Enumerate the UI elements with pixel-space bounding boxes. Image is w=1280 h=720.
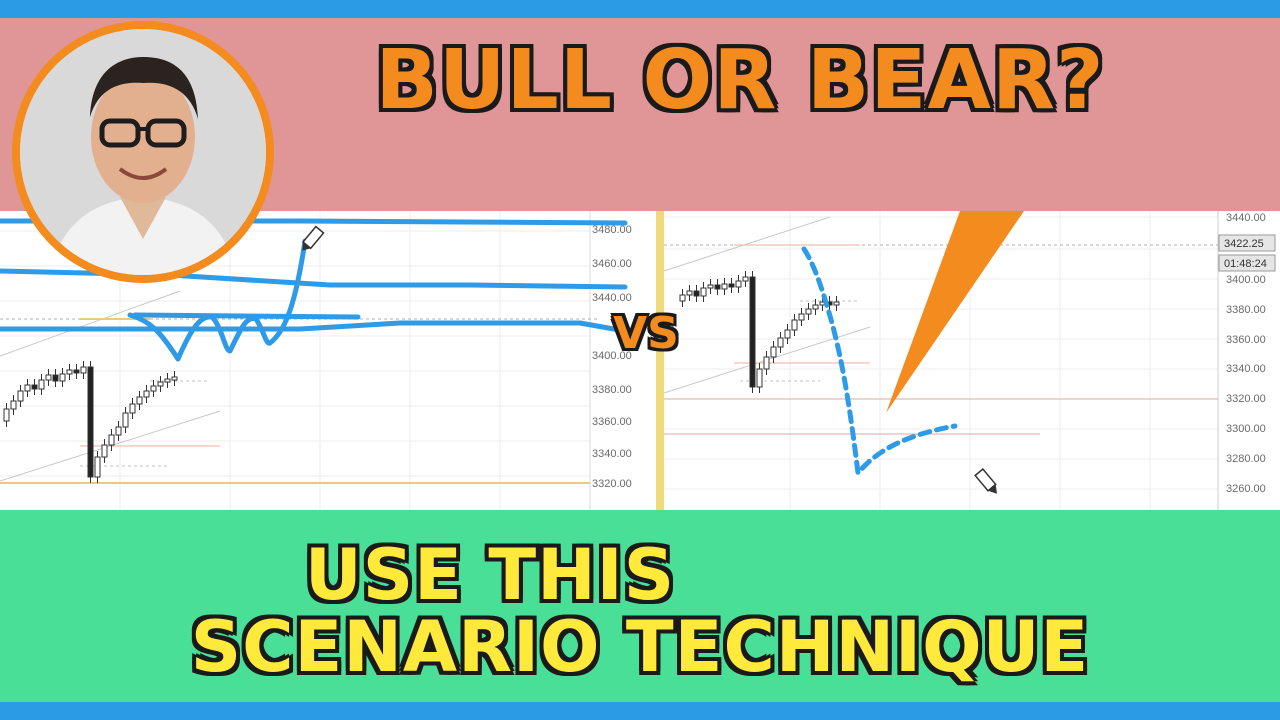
candle-body (101, 444, 108, 458)
price-tick: 3300.00 (1226, 423, 1266, 435)
candle-body (784, 329, 791, 339)
price-tick: 3480.00 (592, 224, 632, 236)
candle-body (24, 384, 31, 392)
price-tick: 3440.00 (1226, 212, 1266, 224)
subline-line-2: SCENARIO TECHNIQUE (190, 606, 1090, 688)
candle-body (80, 366, 87, 374)
candle-body (157, 381, 164, 387)
price-tick: 3340.00 (1226, 363, 1266, 375)
candle-body (700, 287, 707, 297)
candle-body (833, 301, 840, 306)
candle-body (17, 390, 24, 402)
price-tick: 3380.00 (1226, 304, 1266, 316)
candle-body (108, 434, 115, 446)
candle-body (73, 369, 80, 374)
candle-body (136, 396, 143, 405)
candle-body (3, 408, 10, 422)
candle-body (150, 385, 157, 392)
candle-body (707, 284, 714, 289)
price-tick: 3320.00 (1226, 393, 1266, 405)
candle-body (66, 369, 73, 375)
candle-body (94, 456, 101, 478)
candle-body (693, 290, 700, 297)
subline-line-1: USE THIS (304, 534, 676, 616)
candle-body (735, 280, 742, 288)
candle-body (742, 276, 749, 282)
candle-body (812, 304, 819, 310)
candle-body (171, 376, 178, 381)
candle-body (777, 337, 784, 348)
right-chart: 3440.00 3400.00 3380.00 3360.00 3340.00 … (663, 211, 1280, 510)
candle-body (686, 290, 693, 296)
candle-body (798, 313, 805, 321)
countdown-tag: 01:48:24 (1218, 254, 1276, 272)
candle-body (749, 276, 756, 388)
candle-body (122, 412, 129, 428)
candle-body (31, 384, 38, 390)
candle-body (10, 400, 17, 410)
price-tick: 3340.00 (592, 448, 632, 460)
svg-text:3422.25: 3422.25 (1224, 238, 1264, 250)
price-tick: 3320.00 (592, 478, 632, 490)
svg-text:01:48:24: 01:48:24 (1224, 258, 1267, 270)
price-tick: 3400.00 (1226, 274, 1266, 286)
candle-body (679, 294, 686, 302)
price-tick: 3440.00 (592, 292, 632, 304)
candle-body (143, 390, 150, 398)
candle-body (756, 368, 763, 388)
candle-body (164, 378, 171, 383)
price-tick: 3360.00 (1226, 334, 1266, 346)
bottom-frame-bar (0, 702, 1280, 720)
candle-body (721, 283, 728, 290)
presenter-photo (20, 29, 266, 275)
candle-body (87, 366, 94, 478)
presenter-avatar (12, 21, 274, 283)
price-tick: 3360.00 (592, 416, 632, 428)
candle-body (59, 373, 66, 382)
candle-body (45, 374, 52, 381)
current-price-tag: 3422.25 (1218, 234, 1276, 252)
candle-body (763, 356, 770, 370)
price-tick: 3380.00 (592, 384, 632, 396)
candle-body (791, 319, 798, 331)
top-frame-bar (0, 0, 1280, 18)
candle-body (728, 283, 735, 288)
candle-body (115, 426, 122, 436)
price-tick: 3460.00 (592, 258, 632, 270)
price-tick: 3260.00 (1226, 483, 1266, 495)
candle-body (805, 308, 812, 315)
candle-body (52, 374, 59, 382)
price-tick: 3280.00 (1226, 453, 1266, 465)
headline: BULL OR BEAR? (375, 33, 1105, 128)
vs-label: VS (613, 308, 679, 359)
chart-divider-accent (656, 211, 664, 510)
candle-body (129, 403, 136, 414)
candle-body (38, 379, 45, 390)
candle-body (770, 346, 777, 358)
candle-body (714, 284, 721, 290)
